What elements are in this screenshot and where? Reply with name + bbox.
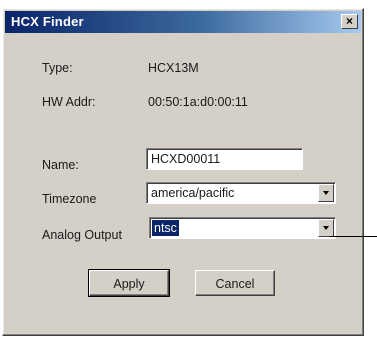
hw-addr-value: 00:50:1a:d0:00:11 (148, 95, 248, 109)
analog-output-dropdown-button[interactable] (318, 219, 334, 237)
analog-output-select[interactable]: ntsc (149, 217, 336, 239)
dialog-title: HCX Finder (11, 14, 84, 29)
type-value: HCX13M (148, 61, 199, 75)
apply-button[interactable]: Apply (88, 269, 170, 297)
title-bar[interactable]: HCX Finder × (5, 11, 361, 33)
name-field-value: HCXD00011 (151, 152, 221, 166)
hcx-finder-dialog: HCX Finder × Type: HCX13M HW Addr: 00:50… (2, 8, 364, 336)
chevron-down-icon (323, 191, 329, 195)
timezone-select[interactable]: america/pacific (146, 182, 336, 204)
hw-addr-label: HW Addr: (42, 95, 96, 109)
type-label: Type: (42, 61, 73, 75)
cancel-button[interactable]: Cancel (195, 270, 275, 296)
name-field[interactable]: HCXD00011 (146, 148, 303, 170)
analog-output-selected-value: ntsc (152, 220, 179, 236)
analog-output-label: Analog Output (42, 228, 122, 242)
close-icon: × (345, 14, 353, 28)
callout-line (330, 236, 377, 237)
timezone-label: Timezone (42, 192, 97, 206)
chevron-down-icon (323, 226, 329, 230)
timezone-select-value: america/pacific (151, 186, 235, 200)
timezone-dropdown-button[interactable] (318, 184, 334, 202)
close-button[interactable]: × (341, 14, 358, 29)
name-label: Name: (42, 158, 79, 172)
